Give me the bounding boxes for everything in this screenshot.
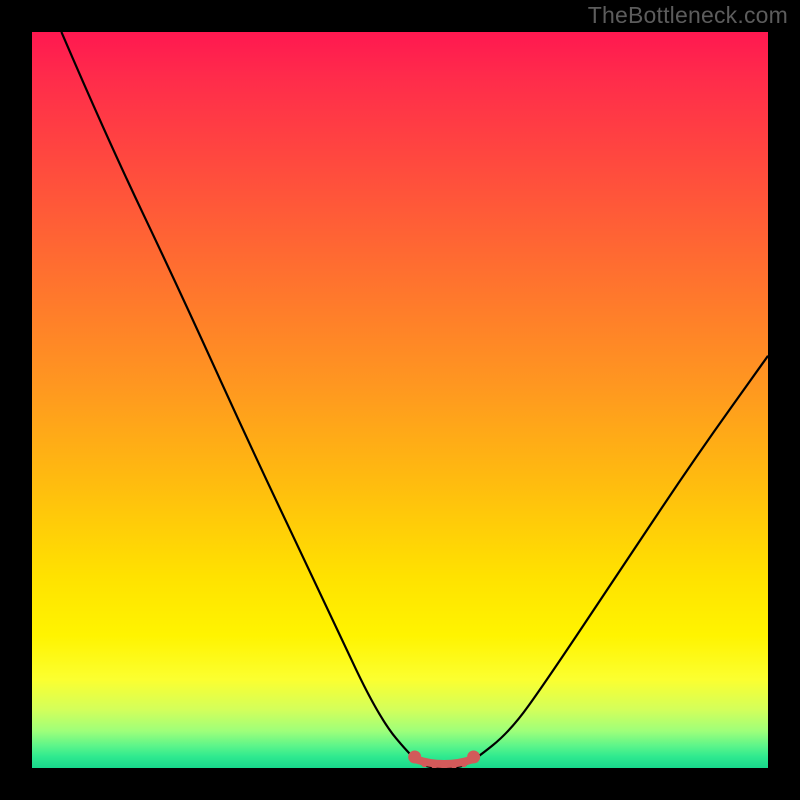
watermark-text: TheBottleneck.com	[588, 2, 788, 29]
trough-marker	[408, 751, 480, 769]
plot-area	[32, 32, 768, 768]
chart-container: TheBottleneck.com	[0, 0, 800, 800]
bottleneck-curve-svg	[32, 32, 768, 768]
bottleneck-curve-path	[61, 32, 768, 768]
